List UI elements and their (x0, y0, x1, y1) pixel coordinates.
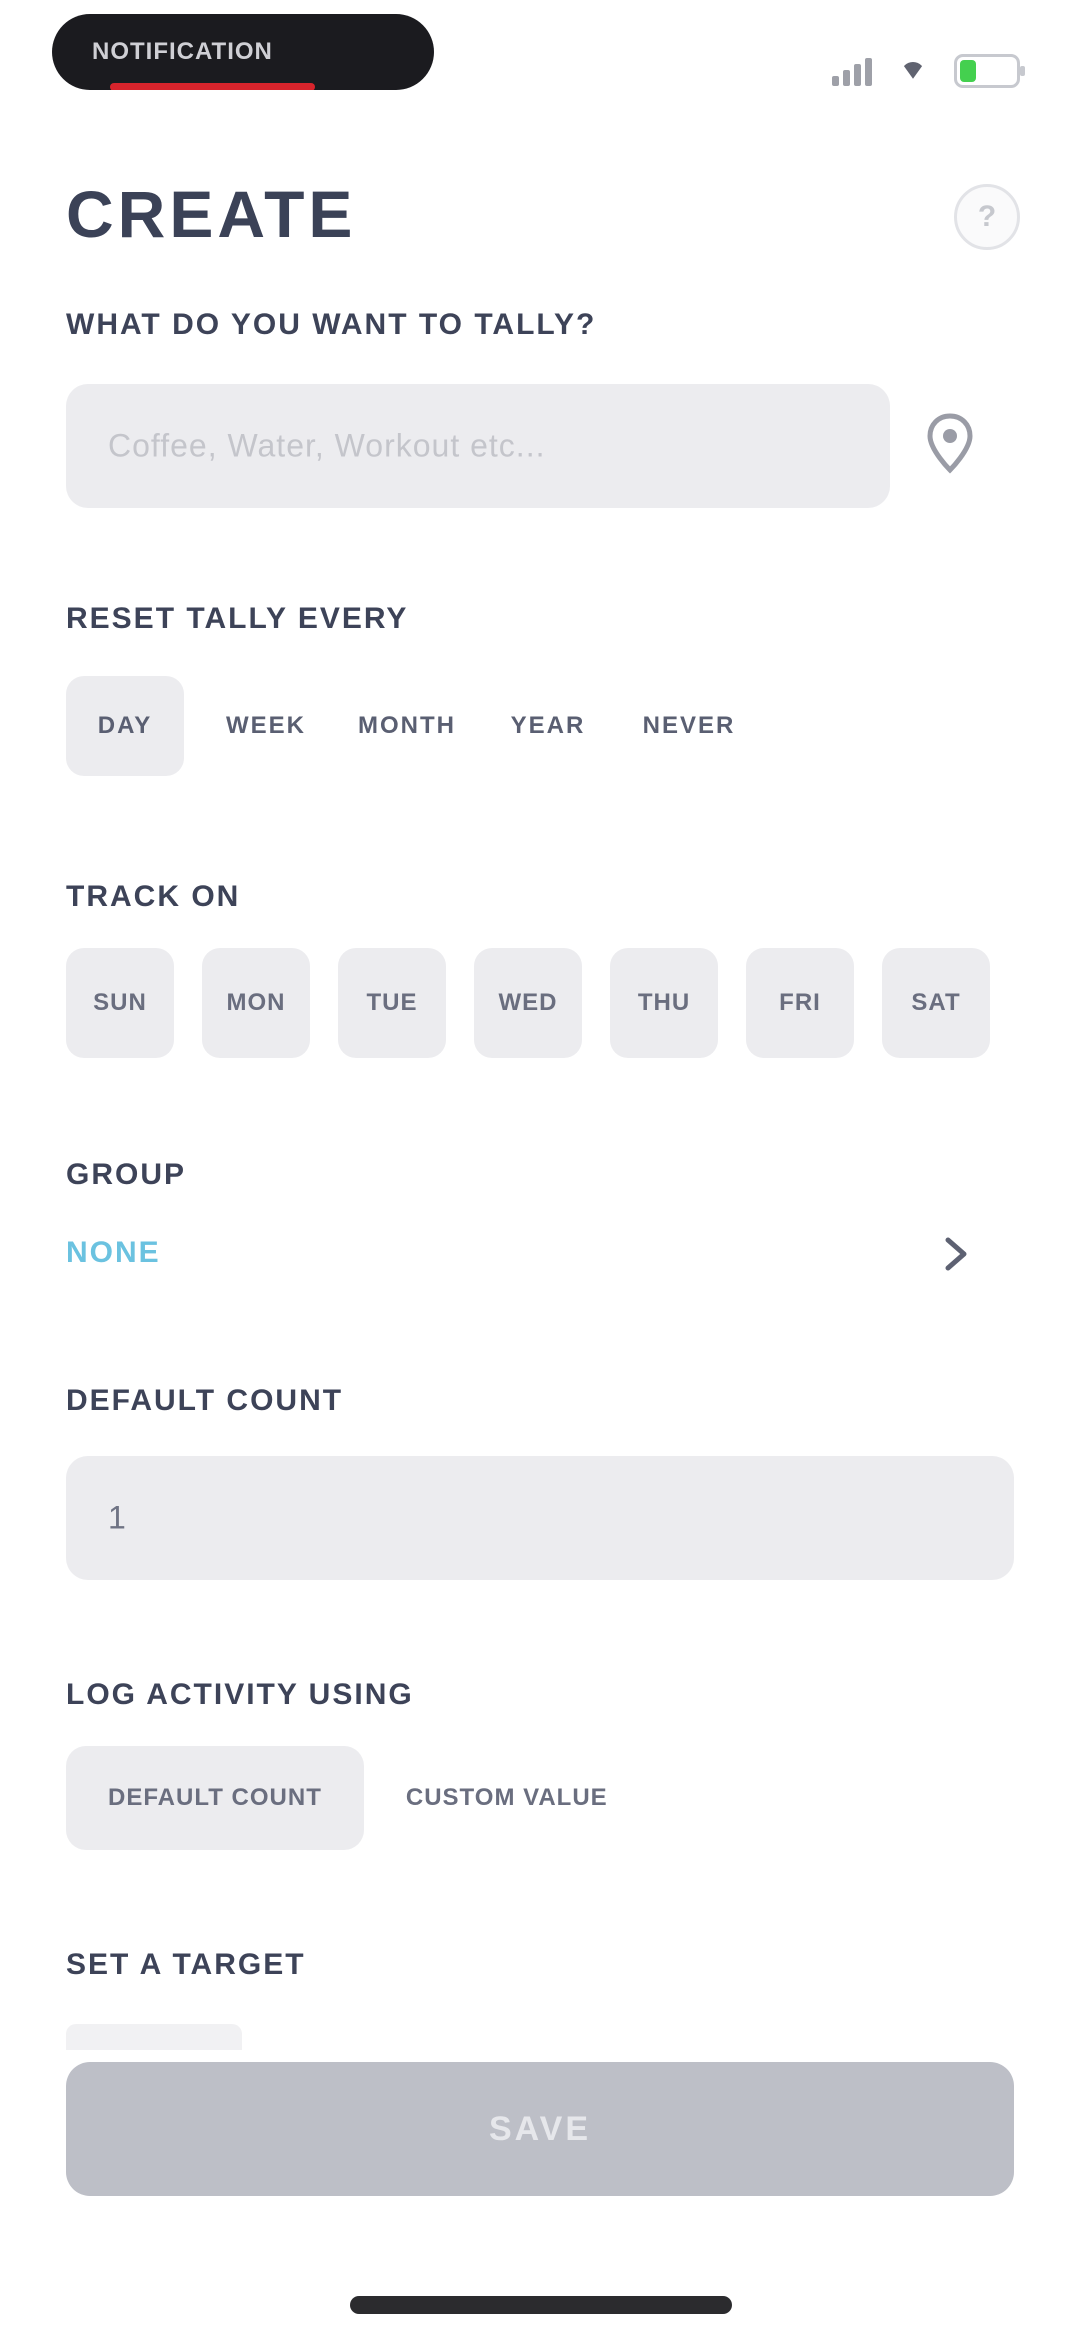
battery-icon (954, 54, 1025, 88)
default-count-label: DEFAULT COUNT (66, 1384, 344, 1417)
track-on-days: SUN MON TUE WED THU FRI SAT (66, 948, 990, 1058)
notification-text: NOTIFICATION (92, 38, 273, 65)
home-indicator[interactable] (350, 2296, 732, 2314)
status-icons (832, 54, 1025, 88)
reset-option-week[interactable]: WEEK (184, 676, 348, 776)
reset-option-month[interactable]: MONTH (348, 676, 466, 776)
reset-label: RESET TALLY EVERY (66, 602, 409, 635)
tally-name-placeholder: Coffee, Water, Workout etc... (108, 427, 546, 464)
day-sat[interactable]: SAT (882, 948, 990, 1058)
day-sun[interactable]: SUN (66, 948, 174, 1058)
reset-option-year[interactable]: YEAR (466, 676, 630, 776)
reset-option-day[interactable]: DAY (66, 676, 184, 776)
log-option-custom-value[interactable]: CUSTOM VALUE (400, 1746, 614, 1850)
notification-progress-strip (110, 83, 315, 90)
help-button[interactable]: ? (954, 184, 1020, 250)
set-target-label: SET A TARGET (66, 1948, 306, 1981)
save-button[interactable]: SAVE (66, 2062, 1014, 2196)
save-button-label: SAVE (488, 2109, 592, 2148)
group-label: GROUP (66, 1158, 187, 1191)
reset-option-never[interactable]: NEVER (630, 676, 748, 776)
group-value[interactable]: NONE (66, 1236, 161, 1270)
notification-pill[interactable]: NOTIFICATION (52, 14, 434, 90)
log-option-default-count[interactable]: DEFAULT COUNT (66, 1746, 364, 1850)
day-fri[interactable]: FRI (746, 948, 854, 1058)
reset-options: DAY WEEK MONTH YEAR NEVER (66, 676, 748, 776)
log-activity-options: DEFAULT COUNT CUSTOM VALUE (66, 1746, 614, 1850)
help-icon: ? (977, 200, 997, 233)
day-mon[interactable]: MON (202, 948, 310, 1058)
page-title: CREATE (66, 177, 357, 251)
tally-name-label: WHAT DO YOU WANT TO TALLY? (66, 308, 597, 341)
day-tue[interactable]: TUE (338, 948, 446, 1058)
day-wed[interactable]: WED (474, 948, 582, 1058)
default-count-value: 1 (108, 1499, 126, 1536)
location-pin-icon[interactable] (922, 412, 978, 476)
default-count-input[interactable]: 1 (66, 1456, 1014, 1580)
chevron-right-icon[interactable] (942, 1234, 970, 1274)
log-activity-label: LOG ACTIVITY USING (66, 1678, 414, 1711)
battery-level (960, 60, 977, 82)
wifi-icon (898, 58, 928, 84)
tally-name-input[interactable]: Coffee, Water, Workout etc... (66, 384, 890, 508)
target-input-partial[interactable] (66, 2024, 242, 2050)
track-on-label: TRACK ON (66, 880, 241, 913)
day-thu[interactable]: THU (610, 948, 718, 1058)
signal-icon (832, 56, 872, 86)
